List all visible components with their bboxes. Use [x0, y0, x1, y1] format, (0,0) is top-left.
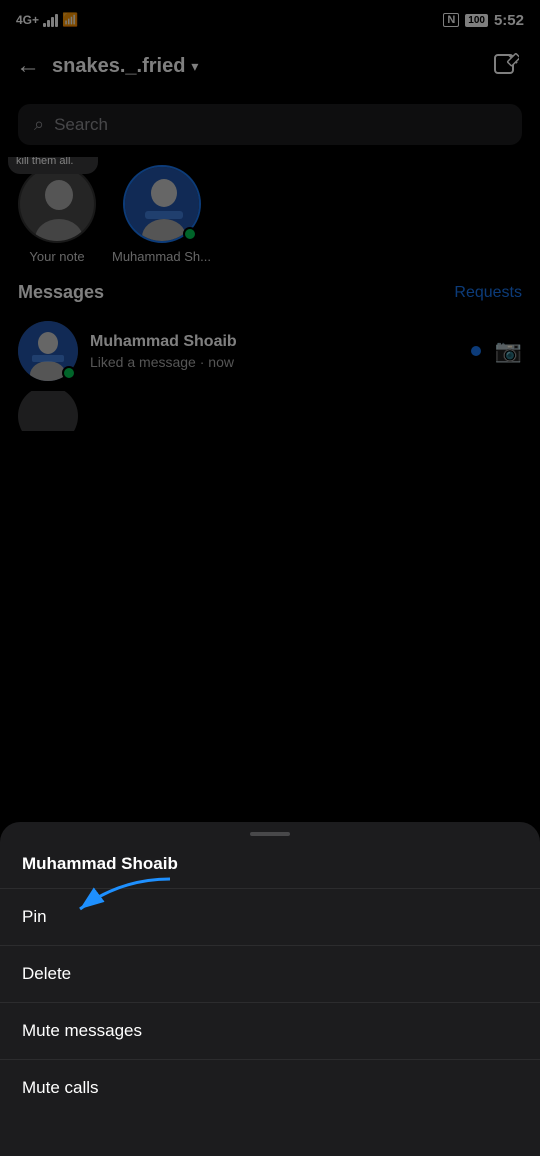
messages-label: Messages: [18, 282, 104, 303]
time-display: 5:52: [494, 12, 524, 29]
sheet-title: Muhammad Shoaib: [0, 840, 540, 889]
msg-preview-0: Liked a message · now: [90, 354, 459, 370]
your-note-avatar-wrap: No matter i will kill them all.: [18, 165, 96, 243]
wifi-icon: 📶: [62, 12, 78, 28]
edit-icon: [493, 53, 519, 79]
stories-row: No matter i will kill them all. Your not…: [0, 157, 540, 276]
msg-avatar-partial: [18, 391, 78, 431]
your-note-person-svg: [20, 167, 96, 243]
sheet-handle: [250, 832, 290, 836]
search-container: ⌕ Search: [0, 96, 540, 157]
sheet-item-pin[interactable]: Pin: [0, 889, 540, 946]
signal-bar-3: [51, 17, 54, 27]
signal-label: 4G+: [16, 13, 39, 27]
requests-button[interactable]: Requests: [454, 284, 522, 302]
signal-bar-2: [47, 20, 50, 27]
status-left: 4G+ 📶: [16, 12, 78, 28]
delete-label: Delete: [22, 964, 71, 984]
sheet-item-delete[interactable]: Delete: [0, 946, 540, 1003]
camera-icon-0[interactable]: 📷: [495, 338, 522, 364]
signal-bar-4: [55, 14, 58, 27]
story-item-your-note[interactable]: No matter i will kill them all. Your not…: [18, 165, 96, 264]
username-area: snakes._.fried ▾: [52, 55, 476, 78]
mute-calls-label: Mute calls: [22, 1078, 99, 1098]
sheet-item-mute-calls[interactable]: Mute calls: [0, 1060, 540, 1116]
status-right: N 100 5:52: [443, 12, 524, 29]
mute-messages-label: Mute messages: [22, 1021, 142, 1041]
story-item-muhammad-sh[interactable]: Muhammad Sh...: [112, 165, 211, 264]
edit-button[interactable]: [488, 48, 524, 84]
battery-icon: 100: [465, 14, 488, 27]
nfc-icon: N: [443, 13, 459, 27]
muhammad-sh-label: Muhammad Sh...: [112, 249, 211, 264]
messages-header: Messages Requests: [0, 276, 540, 311]
muhammad-sh-online-dot: [183, 227, 197, 241]
msg-actions-0: 📷: [471, 338, 522, 364]
msg-info-0: Muhammad Shoaib Liked a message · now: [90, 333, 459, 370]
your-note-label: Your note: [29, 249, 84, 264]
msg-online-dot-0: [62, 366, 76, 380]
message-item-0[interactable]: Muhammad Shoaib Liked a message · now 📷: [0, 311, 540, 391]
search-icon: ⌕: [34, 114, 44, 135]
back-button[interactable]: ←: [16, 52, 40, 80]
muhammad-sh-avatar-wrap: [123, 165, 201, 243]
message-item-partial: [0, 391, 540, 431]
status-bar: 4G+ 📶 N 100 5:52: [0, 0, 540, 36]
msg-name-0: Muhammad Shoaib: [90, 333, 459, 351]
signal-bars: [43, 14, 58, 27]
header: ← snakes._.fried ▾: [0, 36, 540, 96]
note-bubble: No matter i will kill them all.: [8, 157, 98, 174]
username-label: snakes._.fried: [52, 55, 185, 78]
msg-avatar-wrap-0: [18, 321, 78, 381]
unread-dot-0: [471, 346, 481, 356]
bottom-sheet: Muhammad Shoaib Pin Delete Mute messages…: [0, 822, 540, 1156]
dropdown-arrow-icon[interactable]: ▾: [191, 58, 198, 75]
sheet-handle-wrap: [0, 822, 540, 840]
search-placeholder: Search: [54, 115, 108, 135]
sheet-item-mute-messages[interactable]: Mute messages: [0, 1003, 540, 1060]
signal-bar-1: [43, 23, 46, 27]
search-bar[interactable]: ⌕ Search: [18, 104, 522, 145]
pin-label: Pin: [22, 907, 47, 927]
your-note-avatar: [18, 165, 96, 243]
